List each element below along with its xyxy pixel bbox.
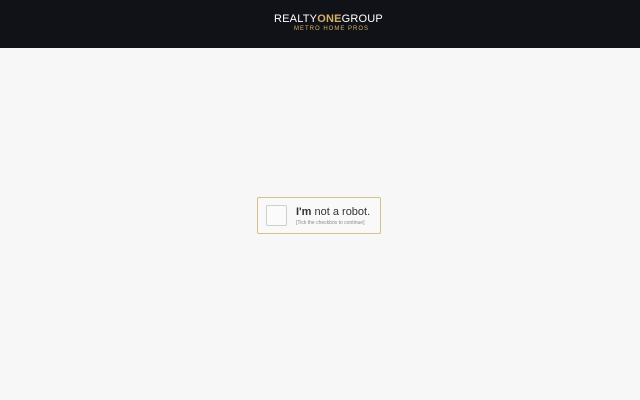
captcha-title-bold: I'm xyxy=(296,206,312,218)
robot-checkbox[interactable] xyxy=(266,205,287,226)
logo-word-group: GROUP xyxy=(341,13,383,25)
logo-word-realty: REALTY xyxy=(274,13,318,25)
logo-subtitle: METRO HOME PROS xyxy=(294,26,370,32)
logo-word-one: ONE xyxy=(317,13,342,25)
logo-wordmark: REALTYONEGROUP xyxy=(274,13,383,25)
brand-logo[interactable]: REALTYONEGROUP METRO HOME PROS xyxy=(274,13,383,35)
captcha-title: I'm not a robot. xyxy=(296,206,370,219)
captcha-title-rest: not a robot. xyxy=(311,206,371,218)
robot-check-widget: I'm not a robot. [Tick the checkbox to c… xyxy=(257,197,381,234)
top-header-bar: REALTYONEGROUP METRO HOME PROS xyxy=(0,0,640,48)
captcha-hint: [Tick the checkbox to continue] xyxy=(296,220,365,226)
